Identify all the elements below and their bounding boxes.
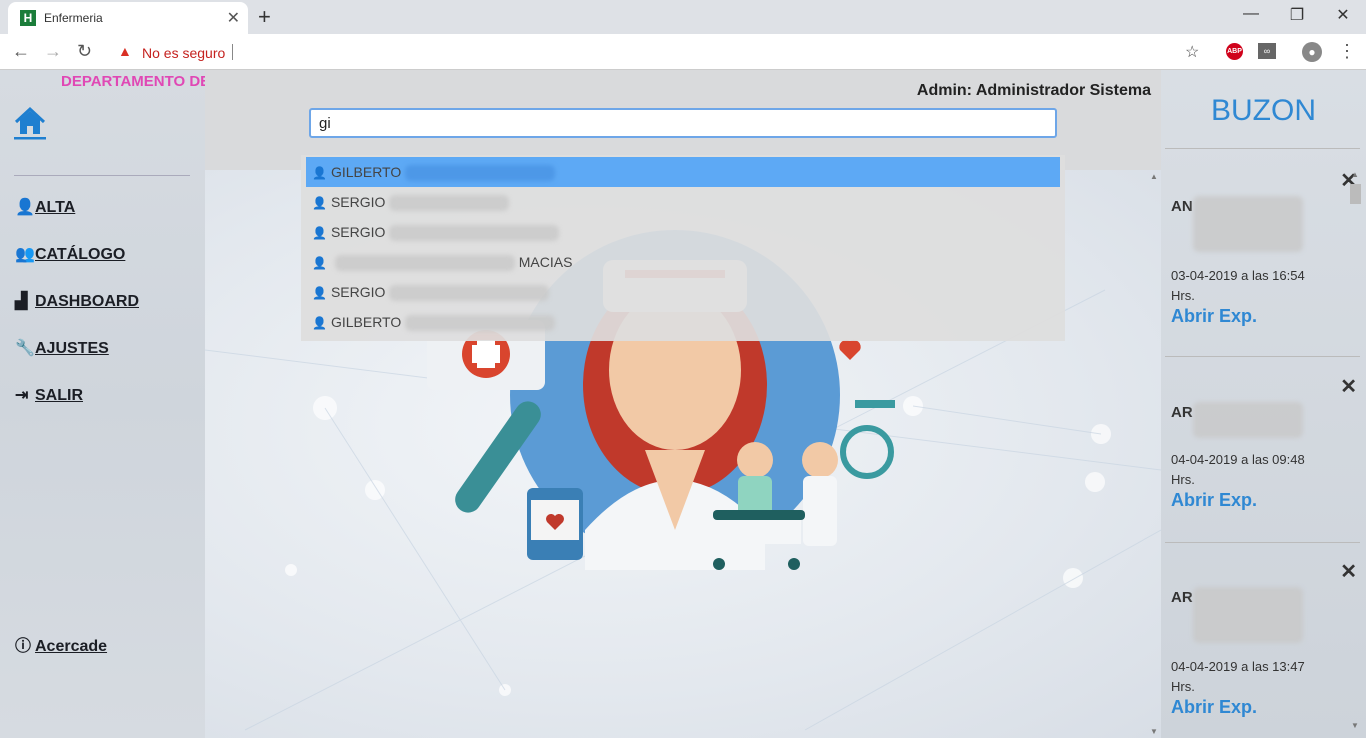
scroll-thumb[interactable] (1350, 184, 1361, 204)
person-icon: 👤 (312, 286, 327, 300)
autocomplete-dropdown: 👤 GILBERTO 👤 SERGIO 👤 SERGIO 👤 MACIAS 👤 SERG… (301, 155, 1065, 341)
adblock-icon[interactable]: ABP (1226, 43, 1243, 60)
redacted-text (389, 285, 550, 302)
extension-icon[interactable]: ∞ (1258, 43, 1276, 59)
user-icon: 👤 (15, 199, 35, 216)
redacted-text (405, 165, 556, 182)
sidebar-item-dashboard[interactable]: ▟ DASHBOARD (15, 291, 139, 311)
admin-label: Admin: Administrador Sistema (916, 82, 1151, 99)
buzon-panel: BUZON ✕ AN 03-04-2019 a las 16:54 Hrs. A… (1161, 70, 1366, 738)
redacted-text (389, 225, 560, 242)
message-date: 04-04-2019 a las 09:48 Hrs. (1171, 452, 1305, 487)
buzon-title: BUZON (1211, 94, 1316, 127)
tab-close-icon[interactable]: ✕ (227, 8, 240, 28)
restore-icon[interactable]: ❐ (1285, 5, 1309, 25)
sidebar-item-label: DASHBOARD (35, 293, 139, 310)
reload-icon[interactable]: ↻ (77, 41, 92, 62)
new-tab-icon[interactable]: + (258, 4, 271, 30)
person-icon: 👤 (312, 166, 327, 180)
open-record-link[interactable]: Abrir Exp. (1171, 697, 1257, 718)
redacted-text (1192, 587, 1303, 643)
autocomplete-option[interactable]: 👤 GILBERTO (306, 157, 1060, 187)
autocomplete-option[interactable]: 👤 MACIAS (306, 247, 1060, 277)
message-separator (1165, 356, 1360, 357)
message-name: AN (1171, 196, 1331, 252)
back-icon[interactable]: ← (12, 41, 30, 62)
exit-icon: ⇥ (15, 387, 29, 404)
search-input[interactable] (309, 108, 1057, 138)
scroll-down-icon[interactable]: ▼ (1351, 721, 1359, 730)
person-icon: 👤 (312, 226, 327, 240)
option-name: GILBERTO (330, 164, 402, 180)
main-scrollbar[interactable]: ▲ ▼ (1147, 170, 1161, 738)
redacted-text (389, 195, 510, 212)
buzon-scrollbar[interactable]: ▲ ▼ (1348, 170, 1363, 730)
sidebar: DEPARTAMENTO DE ENFERMERIA 👤ALTA 👥CATÁLO… (0, 70, 314, 738)
window-close-icon[interactable]: ✕ (1331, 5, 1355, 25)
open-record-link[interactable]: Abrir Exp. (1171, 490, 1257, 511)
sidebar-item-salir[interactable]: ⇥ SALIR (15, 385, 83, 405)
message-date: 03-04-2019 a las 16:54 Hrs. (1171, 268, 1305, 303)
redacted-text (1192, 402, 1303, 438)
main-content: Admin: Administrador Sistema gi ▲ ▼ 👤 GI… (205, 70, 1161, 738)
wrench-icon: 🔧 (15, 340, 35, 357)
browser-menu-icon[interactable]: ⋮ (1338, 41, 1356, 62)
autocomplete-option[interactable]: 👤 GILBERTO (306, 307, 1060, 337)
message-name: AR (1171, 402, 1331, 438)
about-label: Acercade (35, 638, 108, 655)
sidebar-item-label: SALIR (35, 387, 83, 404)
sidebar-item-label: ALTA (35, 199, 76, 216)
person-icon: 👤 (312, 316, 327, 330)
sidebar-item-label: CATÁLOGO (35, 246, 126, 263)
home-icon[interactable] (14, 106, 46, 140)
autocomplete-option[interactable]: 👤 SERGIO (306, 277, 1060, 307)
sidebar-item-ajustes[interactable]: 🔧AJUSTES (15, 338, 109, 358)
sidebar-divider (14, 175, 190, 176)
scroll-up-icon[interactable]: ▲ (1150, 172, 1158, 181)
address-cursor (232, 44, 233, 60)
browser-toolbar: ← → ↻ ▲ No es seguro ☆ ABP ∞ ● ⋮ (0, 34, 1366, 70)
option-name: SERGIO (330, 284, 386, 300)
warning-icon: ▲ (118, 43, 132, 59)
buzon-divider (1165, 148, 1360, 149)
page: DEPARTAMENTO DE ENFERMERIA 👤ALTA 👥CATÁLO… (0, 70, 1366, 738)
sidebar-item-alta[interactable]: 👤ALTA (15, 197, 75, 217)
forward-icon[interactable]: → (44, 41, 62, 62)
autocomplete-option[interactable]: 👤 SERGIO (306, 217, 1060, 247)
person-icon: 👤 (312, 256, 327, 270)
sidebar-item-label: AJUSTES (35, 340, 109, 357)
info-icon: ⓘ (15, 638, 32, 655)
sidebar-item-catalogo[interactable]: 👥CATÁLOGO (15, 244, 125, 264)
tab-favicon-icon: H (20, 10, 36, 26)
message-name: AR (1171, 587, 1331, 643)
option-name: SERGIO (330, 224, 386, 240)
redacted-text (334, 255, 515, 272)
about-link[interactable]: ⓘ Acercade (15, 632, 107, 656)
scroll-down-icon[interactable]: ▼ (1150, 727, 1158, 736)
redacted-text (1192, 196, 1303, 252)
scroll-up-icon[interactable]: ▲ (1351, 170, 1359, 179)
message-date: 04-04-2019 a las 13:47 Hrs. (1171, 659, 1305, 694)
option-name: GILBERTO (330, 314, 402, 330)
security-text: No es seguro (142, 45, 226, 61)
minimize-icon[interactable]: — (1239, 5, 1263, 23)
option-name: SERGIO (330, 194, 386, 210)
autocomplete-option[interactable]: 👤 SERGIO (306, 187, 1060, 217)
option-name: MACIAS (518, 254, 573, 270)
bookmark-star-icon[interactable]: ☆ (1185, 42, 1199, 62)
browser-tab[interactable]: H Enfermeria ✕ (8, 2, 248, 34)
users-icon: 👥 (15, 246, 35, 263)
tab-title: Enfermeria (44, 11, 103, 25)
open-record-link[interactable]: Abrir Exp. (1171, 306, 1257, 327)
message-separator (1165, 542, 1360, 543)
chart-icon: ▟ (15, 293, 28, 310)
address-bar[interactable]: ▲ No es seguro (110, 38, 1210, 66)
profile-icon[interactable]: ● (1302, 42, 1322, 62)
redacted-text (405, 315, 556, 332)
browser-tabstrip: H Enfermeria ✕ + — ❐ ✕ (0, 0, 1366, 34)
person-icon: 👤 (312, 196, 327, 210)
